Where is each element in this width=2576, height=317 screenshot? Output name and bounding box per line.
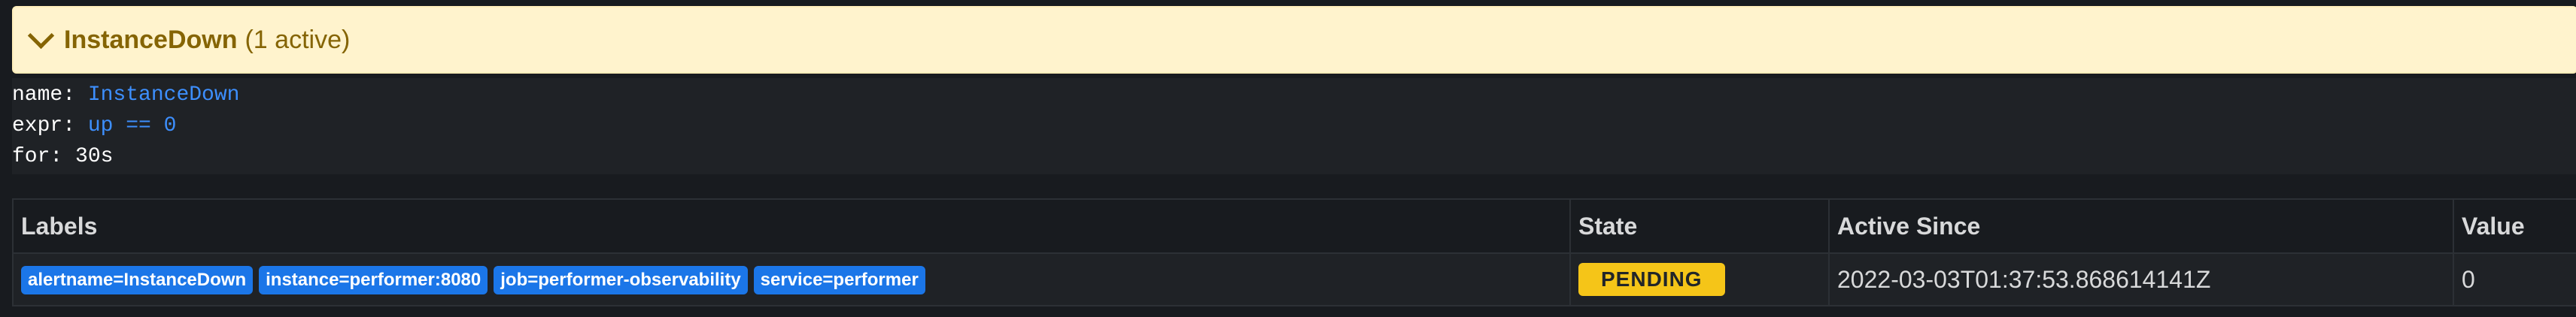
chevron-down-icon — [27, 22, 55, 49]
alert-active-count: (1 active) — [245, 25, 351, 54]
value-cell: 0 — [2453, 252, 2576, 306]
active-since-cell: 2022-03-03T01:37:53.868614141Z — [1828, 252, 2454, 306]
rule-expr-line: expr: up == 0 — [12, 110, 2576, 141]
rule-name-link[interactable]: InstanceDown — [88, 83, 240, 107]
alert-name: InstanceDown — [64, 25, 238, 54]
rule-expr-key: expr: — [12, 114, 88, 137]
label-badge-job: job=performer-observability — [494, 265, 748, 294]
rule-expr-link[interactable]: up == 0 — [88, 114, 177, 137]
rule-for-line: for: 30s — [12, 141, 2576, 172]
table-header-row: Labels State Active Since Value — [12, 198, 2576, 254]
rule-for-value: 30s — [75, 145, 114, 168]
header-value: Value — [2453, 198, 2576, 254]
header-state: State — [1569, 198, 1830, 254]
table-row: alertname=InstanceDown instance=performer… — [12, 252, 2576, 306]
label-badge-alertname: alertname=InstanceDown — [21, 265, 254, 294]
rule-name-line: name: InstanceDown — [12, 80, 2576, 110]
state-badge: PENDING — [1578, 263, 1725, 296]
alert-group-header[interactable]: InstanceDown (1 active) — [12, 6, 2576, 74]
header-active-since: Active Since — [1828, 198, 2454, 254]
header-labels: Labels — [12, 198, 1571, 254]
rule-name-key: name: — [12, 83, 88, 107]
state-cell: PENDING — [1569, 252, 1830, 306]
rule-for-key: for: — [12, 145, 76, 168]
labels-cell: alertname=InstanceDown instance=performer… — [12, 252, 1571, 306]
label-badge-service: service=performer — [753, 265, 925, 294]
label-badge-instance: instance=performer:8080 — [259, 265, 488, 294]
rule-definition: name: InstanceDown expr: up == 0 for: 30… — [12, 78, 2576, 174]
alerts-table: Labels State Active Since Value alertnam… — [12, 198, 2576, 306]
